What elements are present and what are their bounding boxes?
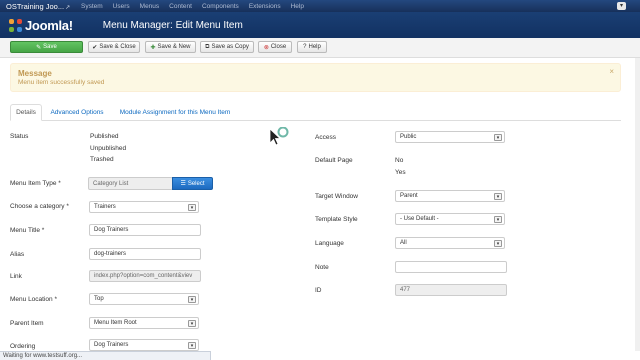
- status-option-unpublished[interactable]: Unpublished: [90, 145, 126, 152]
- alert-close-icon[interactable]: ×: [609, 67, 614, 76]
- save-button[interactable]: ✎ Save: [10, 41, 83, 53]
- status-label: Status: [10, 133, 29, 140]
- mouse-cursor-icon: [269, 127, 289, 146]
- link-label: Link: [10, 273, 22, 280]
- alert-message: Menu item successfully saved: [18, 79, 105, 86]
- copy-icon: ⧉: [205, 43, 210, 50]
- language-select[interactable]: All ▾: [395, 237, 505, 249]
- chevron-down-icon: ▾: [494, 216, 502, 223]
- admin-menubar: OSTraining Joo...↗ System Users Menus Co…: [0, 0, 640, 12]
- check-icon: ✔: [92, 44, 98, 51]
- alias-input[interactable]: dog-trainers: [89, 248, 201, 260]
- ordering-label: Ordering: [10, 343, 36, 350]
- note-label: Note: [315, 264, 329, 271]
- menu-title-input[interactable]: Dog Trainers: [89, 224, 201, 236]
- menu-components[interactable]: Components: [197, 3, 244, 10]
- menu-title-label: Menu Title *: [10, 227, 45, 234]
- close-icon: ⊗: [263, 44, 269, 51]
- chevron-down-icon: ▾: [188, 320, 196, 327]
- menu-item-type-label: Menu Item Type *: [10, 180, 61, 187]
- chevron-down-icon: ▾: [188, 204, 196, 211]
- status-option-trashed[interactable]: Trashed: [90, 156, 114, 163]
- save-new-button[interactable]: ✚ Save & New: [145, 41, 196, 53]
- tab-details[interactable]: Details: [10, 104, 42, 121]
- access-select[interactable]: Public ▾: [395, 131, 505, 143]
- tab-bar: Details Advanced Options Module Assignme…: [10, 104, 621, 121]
- template-style-label: Template Style: [315, 216, 358, 223]
- alias-label: Alias: [10, 251, 25, 258]
- menu-content[interactable]: Content: [164, 3, 197, 10]
- help-button[interactable]: ? Help: [297, 41, 327, 53]
- parent-item-label: Parent Item: [10, 320, 44, 327]
- joomla-logo-icon: [9, 18, 22, 32]
- page-title: Menu Manager: Edit Menu Item: [102, 19, 243, 31]
- close-button[interactable]: ⊗ Close: [258, 41, 292, 53]
- ordering-select[interactable]: Dog Trainers ▾: [89, 339, 199, 351]
- user-menu[interactable]: ▾: [616, 2, 626, 10]
- message-alert: Message Menu item successfully saved ×: [10, 63, 621, 92]
- menu-item-type-field: Category List: [88, 177, 173, 190]
- page-header: Joomla! Menu Manager: Edit Menu Item: [0, 12, 640, 38]
- help-icon: ?: [303, 44, 307, 50]
- category-label: Choose a category *: [10, 203, 69, 210]
- note-input[interactable]: [395, 261, 507, 273]
- default-page-label: Default Page: [315, 157, 353, 164]
- category-select[interactable]: Trainers ▾: [89, 201, 199, 213]
- chevron-down-icon: ▾: [494, 134, 502, 141]
- tab-advanced-options[interactable]: Advanced Options: [46, 104, 108, 121]
- tab-module-assignment[interactable]: Module Assignment for this Menu Item: [114, 104, 236, 121]
- save-close-button[interactable]: ✔ Save & Close: [88, 41, 140, 53]
- chevron-down-icon: ▾: [188, 342, 196, 349]
- default-option-no[interactable]: No: [395, 157, 403, 164]
- access-label: Access: [315, 134, 336, 141]
- id-field: 477: [395, 284, 507, 296]
- link-field: index.php?option=com_content&viev: [89, 270, 201, 282]
- browser-status-bar: Waiting for www.testsuff.org...: [0, 351, 211, 360]
- page-scrollbar[interactable]: [635, 58, 640, 351]
- alert-heading: Message: [18, 69, 52, 78]
- admin-menu: System Users Menus Content Components Ex…: [76, 3, 309, 10]
- edit-icon: ✎: [36, 44, 42, 51]
- select-type-button[interactable]: ☰ Select: [172, 177, 213, 190]
- parent-item-select[interactable]: Menu Item Root ▾: [89, 317, 199, 329]
- language-label: Language: [315, 240, 344, 247]
- status-option-published[interactable]: Published: [90, 133, 119, 140]
- chevron-down-icon: ▾: [494, 193, 502, 200]
- menu-users[interactable]: Users: [108, 3, 135, 10]
- menu-location-label: Menu Location *: [10, 296, 57, 303]
- list-icon: ☰: [180, 181, 186, 187]
- template-style-select[interactable]: - Use Default - ▾: [395, 213, 505, 225]
- menu-extensions[interactable]: Extensions: [244, 3, 286, 10]
- external-link-icon: ↗: [65, 4, 71, 11]
- id-label: ID: [315, 287, 322, 294]
- save-copy-button[interactable]: ⧉ Save as Copy: [200, 41, 254, 53]
- chevron-down-icon: ▾: [188, 296, 196, 303]
- logo-text: Joomla!: [25, 17, 73, 33]
- target-window-label: Target Window: [315, 193, 358, 200]
- menu-menus[interactable]: Menus: [135, 3, 165, 10]
- site-name-link[interactable]: OSTraining Joo...↗: [0, 2, 76, 11]
- toolbar: ✎ Save ✔ Save & Close ✚ Save & New ⧉ Save as…: [0, 38, 640, 58]
- menu-help[interactable]: Help: [286, 3, 309, 10]
- joomla-logo[interactable]: Joomla!: [9, 18, 73, 33]
- chevron-down-icon: ▾: [494, 240, 502, 247]
- menu-system[interactable]: System: [76, 3, 108, 10]
- menu-location-select[interactable]: Top ▾: [89, 293, 199, 305]
- plus-icon: ✚: [150, 44, 156, 51]
- target-window-select[interactable]: Parent ▾: [395, 190, 505, 202]
- default-option-yes[interactable]: Yes: [395, 169, 406, 176]
